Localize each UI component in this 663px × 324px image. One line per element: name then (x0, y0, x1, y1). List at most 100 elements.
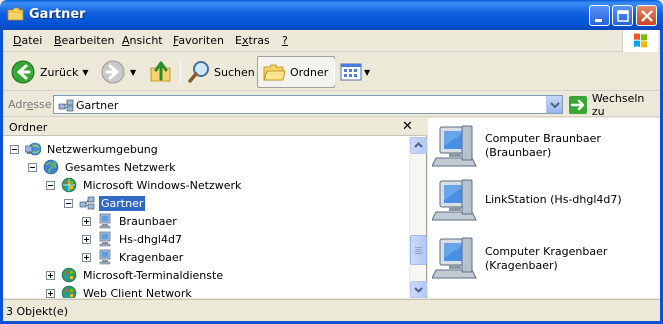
minimize-icon (595, 19, 602, 22)
content-item-title: LinkStation (Hs-dhgl4d7) (485, 193, 622, 206)
menu-help[interactable]: ? (282, 34, 288, 47)
go-button[interactable]: Wechseln zu (569, 92, 660, 118)
menu-ansicht[interactable]: Ansicht (122, 34, 163, 47)
menu-accel: B (54, 34, 62, 47)
folder-tree-scrollbar[interactable] (409, 137, 427, 298)
menu-rest: avoriten (178, 34, 224, 47)
tree-item-label: Braunbaer (119, 214, 177, 228)
scroll-up-button[interactable] (410, 137, 427, 154)
folder-icon (7, 7, 24, 21)
tree-item-label: Kragenbaer (119, 250, 184, 264)
scroll-grip (415, 249, 422, 250)
search-button[interactable]: Suchen (188, 56, 255, 88)
up-folder-button[interactable] (148, 56, 174, 88)
tree-item-kragenbaer[interactable]: Kragenbaer (82, 248, 185, 266)
maximize-button[interactable] (612, 5, 633, 26)
menu-extras[interactable]: Extras (235, 34, 270, 47)
address-input[interactable]: Gartner (53, 95, 563, 114)
folders-button[interactable]: Ordner (257, 56, 336, 88)
address-label-post: sse (33, 98, 52, 111)
back-label: Zurück (40, 65, 79, 79)
folder-pane: Ordner ✕ Netzwerkumgebung Gesamtes Netzw… (3, 118, 427, 298)
scroll-grip (415, 253, 422, 254)
tree-item-gesamtes-netzwerk[interactable]: Gesamtes Netzwerk (28, 158, 178, 176)
content-item-linkstation[interactable]: LinkStation (Hs-dhgl4d7) (428, 178, 660, 228)
toolbar-separator (180, 59, 181, 85)
computer-icon (432, 125, 477, 167)
tree-item-hs-dhgl4d7[interactable]: Hs-dhgl4d7 (82, 230, 184, 248)
address-label: Adresse (8, 98, 52, 111)
scroll-grip (415, 247, 422, 248)
collapse-toggle[interactable] (10, 144, 19, 154)
expand-toggle[interactable] (82, 234, 91, 244)
folder-pane-header: Ordner ✕ (3, 118, 427, 136)
views-button[interactable]: ▼ (340, 56, 370, 88)
scroll-thumb[interactable] (410, 235, 427, 265)
tree-item-gartner[interactable]: Gartner (64, 194, 146, 212)
content-pane: Computer Braunbaer (Braunbaer) LinkStati… (428, 118, 660, 298)
address-dropdown-button[interactable] (546, 96, 562, 113)
close-button[interactable] (636, 5, 657, 26)
title-bar[interactable]: Gartner (0, 0, 663, 30)
windows-logo (622, 30, 658, 52)
menu-rest: nsicht (129, 34, 163, 47)
forward-arrow-icon (101, 60, 125, 84)
address-value: Gartner (76, 99, 119, 112)
views-dropdown-icon[interactable]: ▼ (364, 68, 370, 77)
back-dropdown-icon[interactable]: ▼ (82, 68, 88, 77)
content-item-title: Computer Kragenbaer (485, 245, 608, 258)
tree-item-braunbaer[interactable]: Braunbaer (82, 212, 179, 230)
folder-pane-title: Ordner (9, 121, 48, 134)
collapse-toggle[interactable] (46, 180, 55, 190)
collapse-toggle[interactable] (64, 198, 73, 208)
back-arrow-icon (11, 60, 35, 84)
tree-item-label: Gesamtes Netzwerk (65, 160, 176, 174)
computer-icon (432, 237, 477, 279)
computer-icon (99, 213, 111, 229)
chevron-down-icon (414, 287, 423, 293)
close-icon (641, 10, 653, 22)
windows-network-icon (61, 285, 77, 298)
tree-item-microsoft-windows-netzwerk[interactable]: Microsoft Windows-Netzwerk (46, 176, 243, 194)
go-arrow-icon (569, 95, 587, 114)
views-icon (340, 63, 362, 81)
tree-item-label: Microsoft-Terminaldienste (83, 268, 224, 282)
tree-item-label: Gartner (99, 195, 146, 211)
up-folder-icon (150, 61, 171, 82)
forward-button[interactable]: ▼ (100, 56, 136, 88)
content-item-braunbaer[interactable]: Computer Braunbaer (Braunbaer) (428, 124, 660, 174)
menu-bearbeiten[interactable]: Bearbeiten (54, 34, 114, 47)
close-pane-icon[interactable]: ✕ (402, 119, 413, 134)
windows-network-icon (61, 177, 77, 193)
scroll-down-button[interactable] (410, 281, 427, 298)
menu-rest: atei (21, 34, 43, 47)
status-text: 3 Objekt(e) (6, 305, 68, 318)
folders-icon (263, 64, 286, 81)
collapse-toggle[interactable] (28, 162, 37, 172)
forward-dropdown-icon[interactable]: ▼ (130, 68, 136, 77)
windows-flag-icon (634, 33, 647, 48)
computer-icon (99, 249, 111, 265)
tree-item-label: Microsoft Windows-Netzwerk (83, 178, 242, 192)
content-item-kragenbaer[interactable]: Computer Kragenbaer (Kragenbaer) (428, 236, 660, 286)
minimize-button[interactable] (589, 5, 610, 26)
expand-toggle[interactable] (46, 288, 55, 298)
content-item-title: Computer Braunbaer (485, 132, 601, 145)
workgroup-icon (79, 196, 95, 210)
back-button[interactable]: Zurück ▼ (10, 56, 89, 88)
expand-toggle[interactable] (82, 216, 91, 226)
menu-favoriten[interactable]: Favoriten (173, 34, 224, 47)
menu-datei[interactable]: Datei (13, 34, 42, 47)
expand-toggle[interactable] (82, 252, 91, 262)
search-icon (188, 61, 209, 83)
expand-toggle[interactable] (46, 270, 55, 280)
computer-icon (99, 231, 111, 247)
tree-item-web-client-network[interactable]: Web Client Network (46, 284, 194, 298)
tree-item-microsoft-terminaldienste[interactable]: Microsoft-Terminaldienste (46, 266, 225, 284)
folders-label: Ordner (290, 65, 329, 79)
maximize-icon (617, 10, 629, 22)
entire-network-icon (43, 159, 59, 175)
menu-accel: A (122, 34, 130, 47)
menu-accel: ? (282, 34, 288, 47)
tree-item-netzwerkumgebung[interactable]: Netzwerkumgebung (10, 140, 160, 158)
